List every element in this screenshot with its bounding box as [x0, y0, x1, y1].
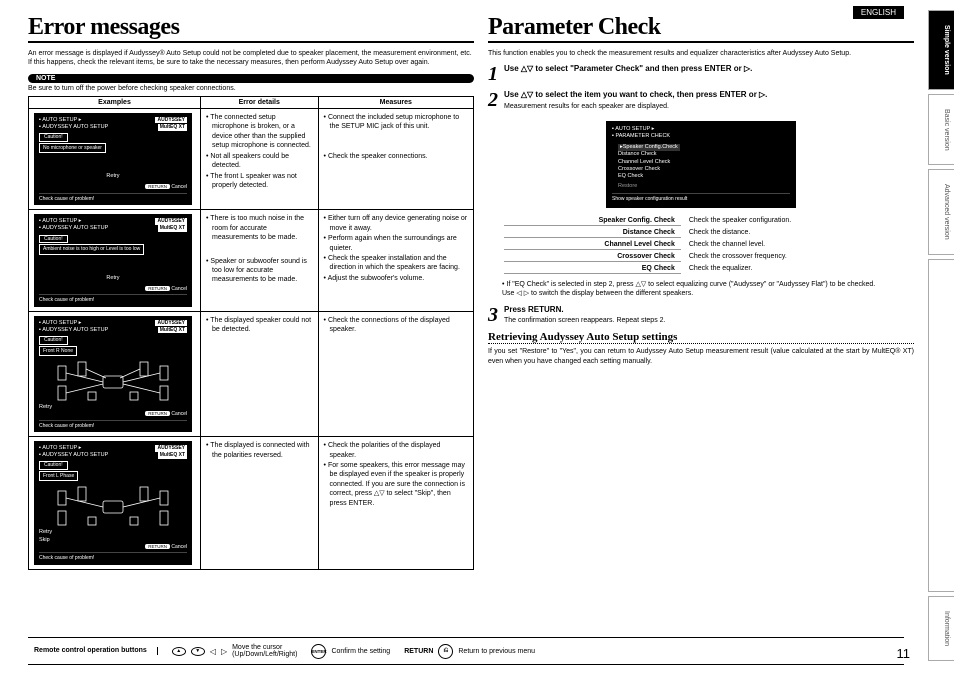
- step-2: 2 Use △▽ to select the item you want to …: [488, 90, 914, 110]
- note-badge: NOTE: [28, 74, 474, 83]
- page-number: 11: [897, 646, 911, 661]
- th-examples: Examples: [29, 96, 201, 108]
- param-intro: This function enables you to check the m…: [488, 49, 914, 58]
- retrieving-title: Retrieving Audyssey Auto Setup settings: [488, 331, 914, 344]
- table-row: ▪ AUTO SETUP ▸ AUDYSSEY ▪ AUDYSSEY AUTO …: [29, 311, 474, 436]
- retrieving-text: If you set "Restore" to "Yes", you can r…: [488, 347, 914, 366]
- error-title: Error messages: [28, 14, 474, 43]
- speaker-diagram-icon: [39, 356, 187, 404]
- footer-bar: Remote control operation buttons ▲ ▼ ◁ ▷…: [28, 637, 904, 665]
- step-number: 1: [488, 64, 498, 84]
- return-group: RETURN ⎌ Return to previous menu: [404, 644, 535, 659]
- tab-simple[interactable]: Simple version: [928, 10, 954, 90]
- footer-label: Remote control operation buttons: [34, 647, 158, 655]
- table-row: ▪ AUTO SETUP ▸ AUDYSSEY ▪ AUDYSSEY AUTO …: [29, 108, 474, 209]
- error-messages-section: Error messages An error message is displ…: [28, 14, 474, 610]
- left-icon: ◁: [210, 647, 216, 656]
- step-3: 3 Press RETURN. The confirmation screen …: [488, 305, 914, 325]
- error-table: Examples Error details Measures ▪ AUTO S…: [28, 96, 474, 570]
- param-title: Parameter Check: [488, 14, 914, 43]
- language-label: ENGLISH: [853, 6, 904, 19]
- th-details: Error details: [201, 96, 319, 108]
- table-row: ▪ AUTO SETUP ▸ AUDYSSEY ▪ AUDYSSEY AUTO …: [29, 437, 474, 570]
- tab-advanced[interactable]: Advanced version: [928, 169, 954, 255]
- parameter-check-section: Parameter Check This function enables yo…: [488, 14, 914, 610]
- up-icon: ▲: [172, 647, 186, 656]
- cursor-group: ▲ ▼ ◁ ▷ Move the cursor (Up/Down/Left/Ri…: [172, 644, 298, 658]
- tab-spacer: [928, 259, 954, 592]
- error-intro: An error message is displayed if Audysse…: [28, 49, 474, 68]
- tab-basic[interactable]: Basic version: [928, 94, 954, 166]
- return-label: RETURN: [404, 648, 433, 655]
- enter-group: ENTER Confirm the setting: [311, 644, 390, 659]
- example-screen-3: ▪ AUTO SETUP ▸ AUDYSSEY ▪ AUDYSSEY AUTO …: [34, 316, 192, 432]
- down-icon: ▼: [191, 647, 205, 656]
- example-screen-2: ▪ AUTO SETUP ▸ AUDYSSEY ▪ AUDYSSEY AUTO …: [34, 214, 192, 306]
- table-row: ▪ AUTO SETUP ▸ AUDYSSEY ▪ AUDYSSEY AUTO …: [29, 210, 474, 311]
- parameter-check-screen: ▪ AUTO SETUP ▸ ▪ PARAMETER CHECK ▸Speake…: [606, 121, 796, 208]
- right-icon: ▷: [221, 647, 227, 656]
- example-screen-4: ▪ AUTO SETUP ▸ AUDYSSEY ▪ AUDYSSEY AUTO …: [34, 441, 192, 565]
- side-tabs: Simple version Basic version Advanced ve…: [928, 10, 954, 665]
- eq-note: • If "EQ Check" is selected in step 2, p…: [502, 280, 914, 299]
- checks-table: Speaker Config. CheckCheck the speaker c…: [502, 214, 914, 276]
- th-measures: Measures: [318, 96, 473, 108]
- return-icon: ⎌: [438, 644, 453, 659]
- note-text: Be sure to turn off the power before che…: [28, 85, 474, 92]
- speaker-diagram-icon: [39, 481, 187, 529]
- example-screen-1: ▪ AUTO SETUP ▸ AUDYSSEY ▪ AUDYSSEY AUTO …: [34, 113, 192, 205]
- enter-icon: ENTER: [311, 644, 326, 659]
- tab-info[interactable]: Information: [928, 596, 954, 661]
- step-number: 2: [488, 90, 498, 110]
- step-1: 1 Use △▽ to select "Parameter Check" and…: [488, 64, 914, 84]
- step-number: 3: [488, 305, 498, 325]
